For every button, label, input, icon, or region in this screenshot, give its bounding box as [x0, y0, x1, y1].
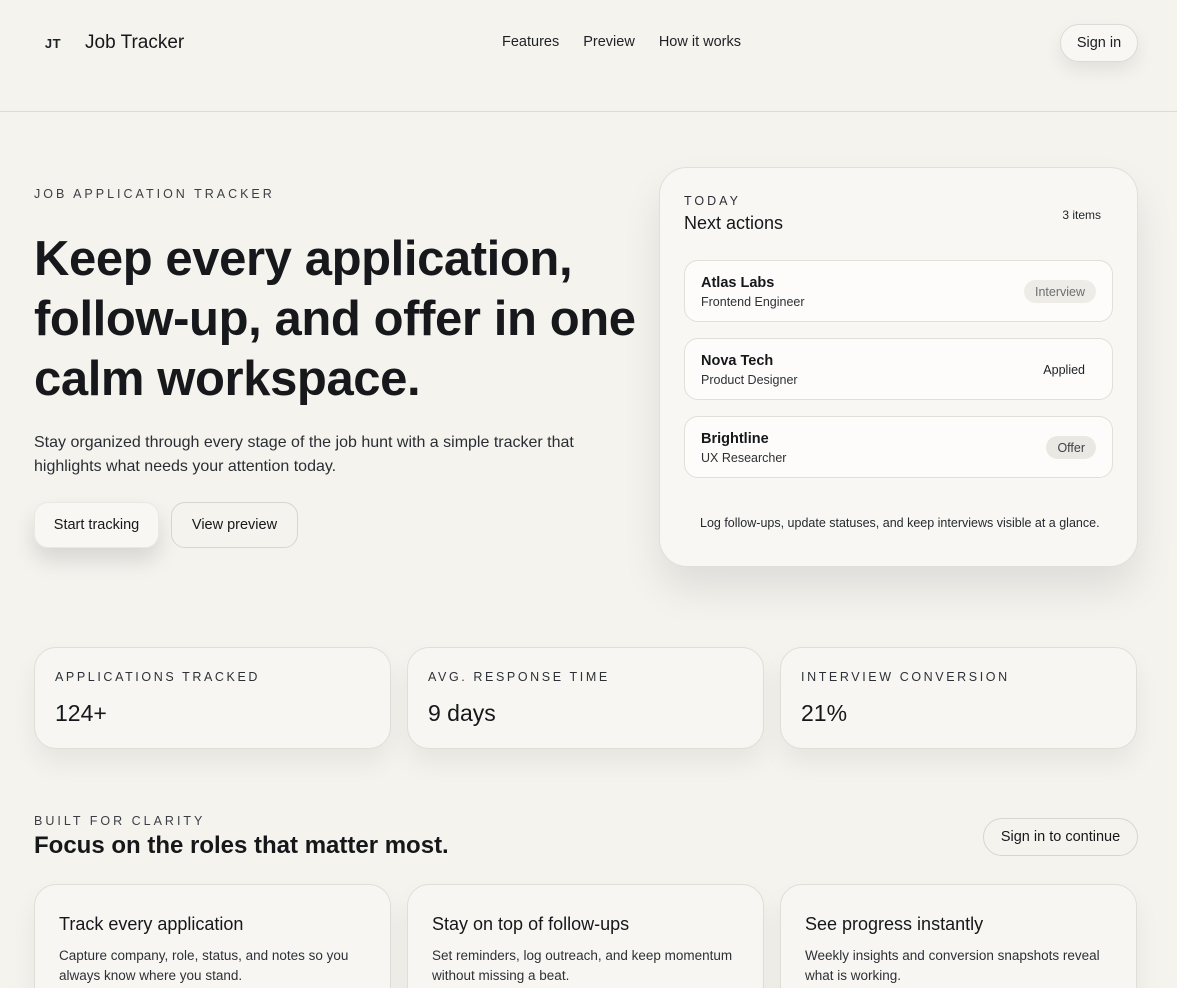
stat-value: 9 days: [428, 700, 496, 726]
nav-link-how-it-works[interactable]: How it works: [659, 34, 741, 50]
view-preview-button[interactable]: View preview: [171, 502, 298, 548]
stat-label: APPLICATIONS TRACKED: [55, 670, 261, 684]
action-company: Nova Tech: [701, 353, 774, 369]
action-role: Frontend Engineer: [701, 295, 805, 309]
stat-value: 21%: [801, 700, 848, 726]
feature-title: Stay on top of follow-ups: [432, 914, 630, 934]
top-header: JT Job Tracker Features Preview How it w…: [0, 0, 1177, 112]
stat-card-applications: APPLICATIONS TRACKED 124+: [34, 647, 391, 749]
action-item[interactable]: Nova Tech Product Designer Applied: [684, 338, 1113, 400]
action-company: Atlas Labs: [701, 275, 775, 291]
feature-title: Track every application: [59, 914, 244, 934]
action-role: UX Researcher: [701, 451, 787, 465]
hero-eyebrow: JOB APPLICATION TRACKER: [34, 187, 275, 201]
landing-page: JT Job Tracker Features Preview How it w…: [0, 0, 1177, 988]
action-item[interactable]: Brightline UX Researcher Offer: [684, 416, 1113, 478]
stat-card-response-time: AVG. RESPONSE TIME 9 days: [407, 647, 764, 749]
stat-label: AVG. RESPONSE TIME: [428, 670, 610, 684]
brand-name[interactable]: Job Tracker: [85, 32, 184, 54]
feature-card-track: Track every application Capture company,…: [34, 884, 391, 988]
today-title: Next actions: [684, 213, 784, 233]
today-eyebrow: TODAY: [684, 194, 741, 208]
nav-link-preview[interactable]: Preview: [583, 34, 635, 50]
features-eyebrow: BUILT FOR CLARITY: [34, 814, 206, 828]
action-role: Product Designer: [701, 373, 798, 387]
nav-link-features[interactable]: Features: [502, 34, 559, 50]
hero-title: Keep every application, follow-up, and o…: [34, 232, 636, 406]
feature-card-progress: See progress instantly Weekly insights a…: [780, 884, 1137, 988]
stat-label: INTERVIEW CONVERSION: [801, 670, 1010, 684]
action-item[interactable]: Atlas Labs Frontend Engineer Interview: [684, 260, 1113, 322]
sign-in-to-continue-button[interactable]: Sign in to continue: [983, 818, 1138, 856]
feature-title: See progress instantly: [805, 914, 984, 934]
feature-description: Set reminders, log outreach, and keep mo…: [432, 948, 733, 983]
feature-card-follow-ups: Stay on top of follow-ups Set reminders,…: [407, 884, 764, 988]
today-item-count: 3 items: [1062, 208, 1101, 222]
brand-logo[interactable]: JT: [34, 24, 72, 62]
status-badge: Interview: [1023, 280, 1096, 303]
action-company: Brightline: [701, 431, 769, 447]
start-tracking-button[interactable]: Start tracking: [34, 502, 159, 548]
feature-description: Capture company, role, status, and notes…: [59, 948, 349, 983]
today-card: TODAY Next actions 3 items Atlas Labs Fr…: [659, 167, 1138, 567]
status-badge: Applied: [1043, 362, 1085, 377]
stat-card-conversion: INTERVIEW CONVERSION 21%: [780, 647, 1137, 749]
today-note: Log follow-ups, update statuses, and kee…: [700, 516, 1100, 530]
main-nav: Features Preview How it works: [502, 34, 741, 50]
status-badge: Offer: [1046, 436, 1096, 459]
feature-description: Weekly insights and conversion snapshots…: [805, 948, 1100, 983]
sign-in-button[interactable]: Sign in: [1060, 24, 1138, 62]
stat-value: 124+: [55, 700, 107, 726]
features-title: Focus on the roles that matter most.: [34, 832, 449, 859]
hero-subtitle: Stay organized through every stage of th…: [34, 434, 574, 475]
